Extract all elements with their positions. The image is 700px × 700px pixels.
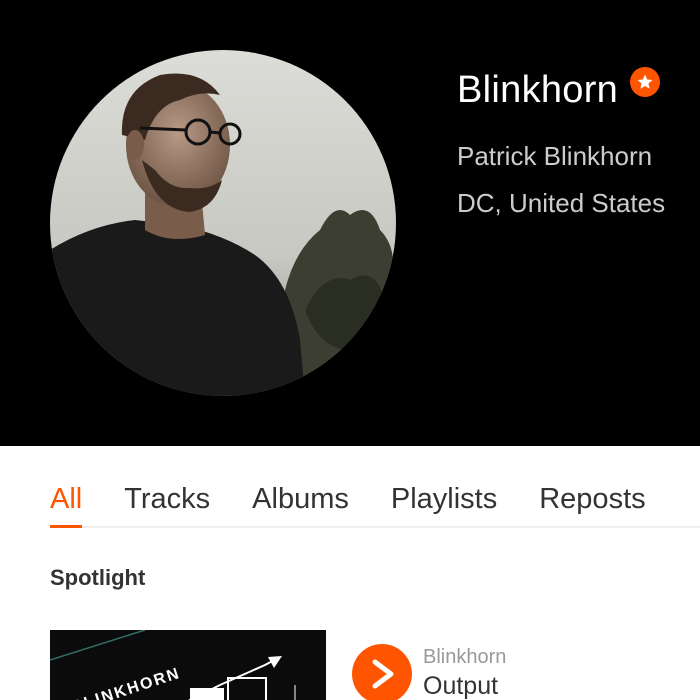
track-artist-link[interactable]: Blinkhorn	[423, 645, 506, 669]
tab-reposts[interactable]: Reposts	[539, 470, 645, 526]
profile-header: Blinkhorn Patrick Blinkhorn DC, United S…	[0, 0, 700, 446]
artwork-image: BLINKHORN	[50, 630, 296, 700]
profile-name-row: Blinkhorn	[457, 66, 661, 114]
spotlight-heading: Spotlight	[50, 565, 146, 590]
play-icon	[372, 659, 394, 689]
avatar-image	[50, 50, 396, 396]
tab-tracks[interactable]: Tracks	[124, 470, 210, 526]
play-button[interactable]	[352, 644, 412, 700]
track-title-link[interactable]: Output	[423, 670, 498, 700]
track-artwork[interactable]: BLINKHORN	[50, 630, 326, 700]
profile-full-name: Patrick Blinkhorn	[457, 141, 653, 171]
profile-username: Blinkhorn	[457, 69, 619, 111]
artwork-text: BLINKHORN	[69, 665, 183, 700]
tab-albums[interactable]: Albums	[252, 470, 349, 526]
star-icon	[630, 67, 661, 97]
tab-playlists[interactable]: Playlists	[391, 470, 497, 526]
profile-location: DC, United States	[457, 188, 666, 218]
tab-all[interactable]: All	[50, 470, 83, 528]
profile-tabs: All Tracks Albums Playlists Reposts	[50, 470, 700, 528]
avatar[interactable]	[50, 50, 396, 396]
